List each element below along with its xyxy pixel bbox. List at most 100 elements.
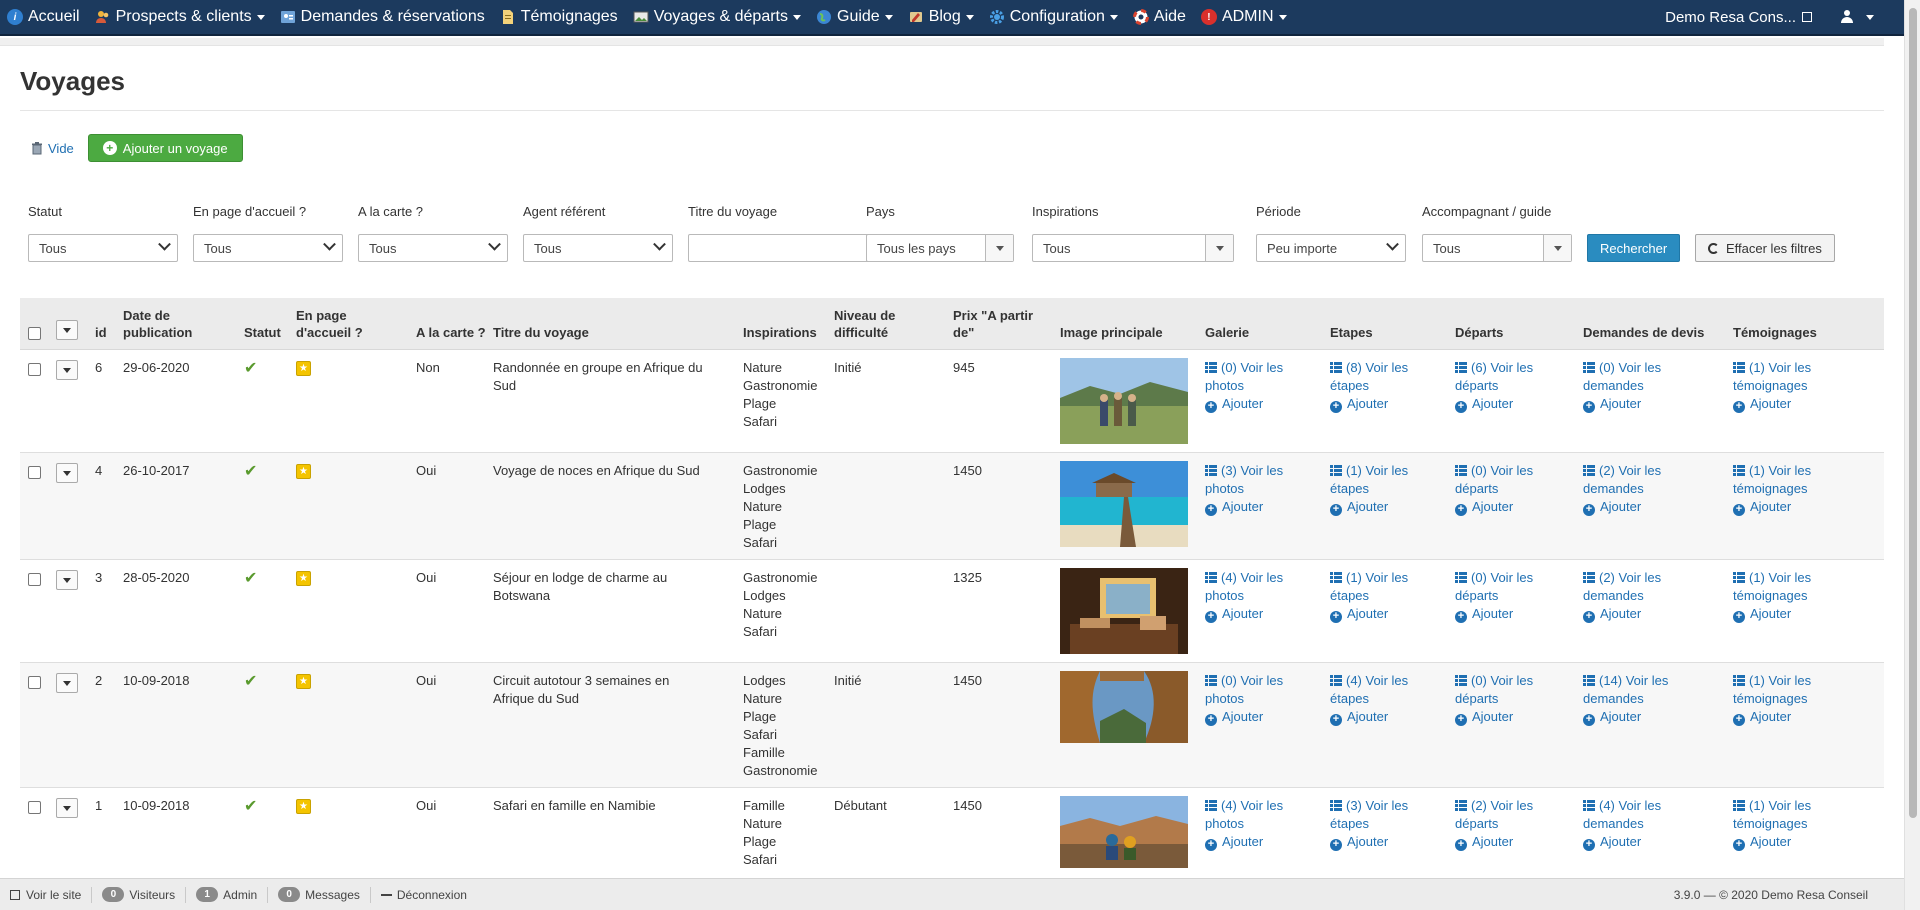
galerie-add-link[interactable]: + Ajouter <box>1205 709 1263 726</box>
departs-view-link[interactable]: (6) Voir les départs <box>1455 360 1533 393</box>
devis-view-link[interactable]: (14) Voir les demandes <box>1583 673 1668 706</box>
galerie-add-link[interactable]: + Ajouter <box>1205 606 1263 623</box>
nav-temoignages[interactable]: Témoignages <box>493 0 626 35</box>
temoignages-add-link[interactable]: + Ajouter <box>1733 606 1791 623</box>
vertical-scrollbar[interactable] <box>1904 0 1920 910</box>
star-icon[interactable]: ★ <box>296 464 311 479</box>
guide-select[interactable]: Tous <box>1422 234 1572 262</box>
devis-add-link[interactable]: + Ajouter <box>1583 709 1641 726</box>
devis-view-link[interactable]: (4) Voir les demandes <box>1583 798 1661 831</box>
agent-select[interactable]: Tous <box>523 234 673 262</box>
temoignages-view-link[interactable]: (1) Voir les témoignages <box>1733 798 1811 831</box>
nav-accueil[interactable]: i Accueil <box>0 0 88 35</box>
hiking-group-photo[interactable] <box>1060 358 1188 444</box>
nav-guide[interactable]: Guide <box>809 0 901 35</box>
nav-site-link[interactable]: Demo Resa Cons... <box>1658 0 1820 35</box>
departs-view-link[interactable]: (0) Voir les départs <box>1455 463 1533 496</box>
statut-select[interactable]: Tous <box>28 234 178 262</box>
devis-view-link[interactable]: (2) Voir les demandes <box>1583 463 1661 496</box>
departs-add-link[interactable]: + Ajouter <box>1455 606 1513 623</box>
pays-select[interactable]: Tous les pays <box>866 234 1014 262</box>
nav-blog[interactable]: Blog <box>901 0 982 35</box>
star-icon[interactable]: ★ <box>296 361 311 376</box>
nav-prospects[interactable]: Prospects & clients <box>88 0 273 35</box>
nav-aide[interactable]: Aide <box>1126 0 1194 35</box>
devis-add-link[interactable]: + Ajouter <box>1583 396 1641 413</box>
messages-indicator[interactable]: 0 Messages <box>268 886 371 903</box>
temoignages-view-link[interactable]: (1) Voir les témoignages <box>1733 570 1811 603</box>
inspirations-select[interactable]: Tous <box>1032 234 1234 262</box>
row-checkbox[interactable] <box>28 573 41 586</box>
lodge-interior-photo[interactable] <box>1060 568 1188 654</box>
departs-add-link[interactable]: + Ajouter <box>1455 709 1513 726</box>
periode-select[interactable]: Peu importe <box>1256 234 1406 262</box>
etapes-view-link[interactable]: (1) Voir les étapes <box>1330 570 1408 603</box>
select-all-checkbox[interactable] <box>28 327 41 340</box>
temoignages-view-link[interactable]: (1) Voir les témoignages <box>1733 360 1811 393</box>
scrollbar-thumb[interactable] <box>1909 8 1917 818</box>
check-icon[interactable]: ✔ <box>244 571 257 587</box>
devis-view-link[interactable]: (0) Voir les demandes <box>1583 360 1661 393</box>
nav-demandes[interactable]: Demandes & réservations <box>273 0 493 35</box>
galerie-add-link[interactable]: + Ajouter <box>1205 499 1263 516</box>
row-checkbox[interactable] <box>28 466 41 479</box>
devis-add-link[interactable]: + Ajouter <box>1583 499 1641 516</box>
etapes-view-link[interactable]: (1) Voir les étapes <box>1330 463 1408 496</box>
temoignages-view-link[interactable]: (1) Voir les témoignages <box>1733 673 1811 706</box>
add-voyage-button[interactable]: + Ajouter un voyage <box>87 134 243 162</box>
row-actions-dropdown[interactable] <box>56 570 78 590</box>
departs-add-link[interactable]: + Ajouter <box>1455 834 1513 851</box>
check-icon[interactable]: ✔ <box>244 464 257 480</box>
temoignages-add-link[interactable]: + Ajouter <box>1733 396 1791 413</box>
row-checkbox[interactable] <box>28 801 41 814</box>
etapes-add-link[interactable]: + Ajouter <box>1330 499 1388 516</box>
etapes-view-link[interactable]: (8) Voir les étapes <box>1330 360 1408 393</box>
row-actions-dropdown[interactable] <box>56 463 78 483</box>
departs-view-link[interactable]: (0) Voir les départs <box>1455 570 1533 603</box>
clear-filters-button[interactable]: Effacer les filtres <box>1695 234 1835 262</box>
star-icon[interactable]: ★ <box>296 674 311 689</box>
etapes-add-link[interactable]: + Ajouter <box>1330 834 1388 851</box>
nav-voyages[interactable]: Voyages & départs <box>626 0 809 35</box>
row-actions-dropdown[interactable] <box>56 360 78 380</box>
departs-view-link[interactable]: (2) Voir les départs <box>1455 798 1533 831</box>
admin-indicator[interactable]: 1 Admin <box>186 886 269 903</box>
etapes-add-link[interactable]: + Ajouter <box>1330 606 1388 623</box>
galerie-view-link[interactable]: (0) Voir les photos <box>1205 673 1283 706</box>
row-actions-dropdown[interactable] <box>56 798 78 818</box>
row-checkbox[interactable] <box>28 676 41 689</box>
departs-add-link[interactable]: + Ajouter <box>1455 396 1513 413</box>
devis-add-link[interactable]: + Ajouter <box>1583 834 1641 851</box>
temoignages-add-link[interactable]: + Ajouter <box>1733 499 1791 516</box>
etapes-add-link[interactable]: + Ajouter <box>1330 709 1388 726</box>
departs-view-link[interactable]: (0) Voir les départs <box>1455 673 1533 706</box>
view-site-link[interactable]: Voir le site <box>0 886 93 903</box>
check-icon[interactable]: ✔ <box>244 799 257 815</box>
etapes-view-link[interactable]: (3) Voir les étapes <box>1330 798 1408 831</box>
star-icon[interactable]: ★ <box>296 571 311 586</box>
row-actions-dropdown[interactable] <box>56 673 78 693</box>
galerie-add-link[interactable]: + Ajouter <box>1205 396 1263 413</box>
galerie-view-link[interactable]: (3) Voir les photos <box>1205 463 1283 496</box>
accueil-select[interactable]: Tous <box>193 234 343 262</box>
etapes-add-link[interactable]: + Ajouter <box>1330 396 1388 413</box>
temoignages-add-link[interactable]: + Ajouter <box>1733 834 1791 851</box>
row-checkbox[interactable] <box>28 363 41 376</box>
galerie-view-link[interactable]: (4) Voir les photos <box>1205 570 1283 603</box>
titre-input[interactable] <box>688 234 880 262</box>
etapes-view-link[interactable]: (4) Voir les étapes <box>1330 673 1408 706</box>
galerie-add-link[interactable]: + Ajouter <box>1205 834 1263 851</box>
empty-trash-link[interactable]: Vide <box>30 141 74 156</box>
carte-select[interactable]: Tous <box>358 234 508 262</box>
temoignages-view-link[interactable]: (1) Voir les témoignages <box>1733 463 1811 496</box>
temoignages-add-link[interactable]: + Ajouter <box>1733 709 1791 726</box>
devis-add-link[interactable]: + Ajouter <box>1583 606 1641 623</box>
galerie-view-link[interactable]: (4) Voir les photos <box>1205 798 1283 831</box>
bulk-actions-dropdown[interactable] <box>56 320 78 340</box>
check-icon[interactable]: ✔ <box>244 674 257 690</box>
star-icon[interactable]: ★ <box>296 799 311 814</box>
logout-link[interactable]: Déconnexion <box>371 887 477 903</box>
rock-arch-photo[interactable] <box>1060 671 1188 743</box>
nav-user-menu[interactable] <box>1820 0 1904 35</box>
search-button[interactable]: Rechercher <box>1587 234 1681 262</box>
